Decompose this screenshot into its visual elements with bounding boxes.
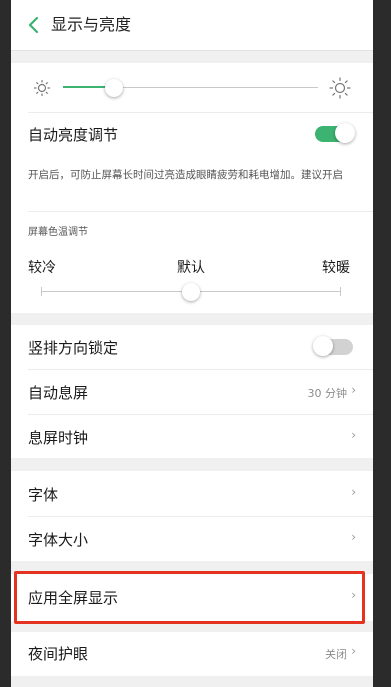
settings-screen: 显示与亮度 自动亮度调节 开启后，可防止屏幕长时间过亮造成眼睛疲劳和耗电增加。建… bbox=[11, 0, 373, 687]
chevron-right-icon: › bbox=[351, 383, 356, 397]
night-mode-label: 夜间护眼 bbox=[28, 645, 89, 663]
screen-timeout-value: 30 分钟 bbox=[307, 387, 348, 400]
color-temp-default-label: 默认 bbox=[177, 260, 205, 276]
font-size-row[interactable]: 字体大小 › bbox=[11, 517, 373, 561]
rotation-lock-toggle[interactable] bbox=[313, 336, 353, 356]
toggle-knob bbox=[313, 336, 333, 356]
night-mode-value: 关闭 bbox=[325, 648, 347, 661]
color-temp-slider[interactable] bbox=[41, 281, 341, 303]
brightness-card: 自动亮度调节 开启后，可防止屏幕长时间过亮造成眼睛疲劳和耗电增加。建议开启 屏幕… bbox=[11, 63, 373, 313]
fullscreen-card: 应用全屏显示 › bbox=[11, 574, 373, 621]
screen-timeout-label: 自动息屏 bbox=[28, 384, 89, 402]
auto-brightness-hint: 开启后，可防止屏幕长时间过亮造成眼睛疲劳和耗电增加。建议开启 bbox=[28, 169, 343, 181]
night-card: 夜间护眼 关闭 › bbox=[11, 632, 373, 676]
track-end-tick bbox=[340, 287, 341, 296]
brightness-low-icon bbox=[33, 79, 51, 97]
font-row[interactable]: 字体 › bbox=[11, 471, 373, 516]
brightness-slider-thumb[interactable] bbox=[105, 79, 123, 97]
header-bar: 显示与亮度 bbox=[11, 0, 373, 51]
screen-options-card: 竖排方向锁定 自动息屏 30 分钟 › 息屏时钟 › bbox=[11, 325, 373, 458]
fullscreen-row[interactable]: 应用全屏显示 › bbox=[11, 574, 373, 621]
chevron-right-icon: › bbox=[351, 485, 356, 499]
color-temp-section-label: 屏幕色温调节 bbox=[28, 227, 88, 238]
auto-brightness-label: 自动亮度调节 bbox=[28, 126, 119, 144]
screen-off-clock-label: 息屏时钟 bbox=[28, 429, 89, 447]
night-mode-row[interactable]: 夜间护眼 关闭 › bbox=[11, 632, 373, 676]
screen-timeout-row[interactable]: 自动息屏 30 分钟 › bbox=[11, 370, 373, 414]
brightness-slider[interactable] bbox=[63, 77, 318, 99]
page-title: 显示与亮度 bbox=[51, 15, 132, 34]
track-end-tick bbox=[41, 287, 42, 296]
chevron-right-icon: › bbox=[351, 530, 356, 544]
chevron-right-icon: › bbox=[351, 428, 356, 442]
chevron-right-icon: › bbox=[351, 644, 356, 658]
auto-brightness-toggle[interactable] bbox=[315, 123, 355, 143]
color-temp-slider-thumb[interactable] bbox=[182, 283, 200, 301]
back-arrow-icon[interactable] bbox=[25, 13, 45, 37]
chevron-right-icon: › bbox=[351, 588, 356, 602]
color-temp-cool-label: 较冷 bbox=[28, 260, 56, 276]
auto-brightness-row[interactable]: 自动亮度调节 bbox=[11, 113, 373, 155]
font-size-label: 字体大小 bbox=[28, 531, 89, 549]
font-card: 字体 › 字体大小 › bbox=[11, 471, 373, 561]
screen-off-clock-row[interactable]: 息屏时钟 › bbox=[11, 415, 373, 458]
brightness-high-icon bbox=[329, 77, 351, 99]
font-label: 字体 bbox=[28, 486, 59, 504]
color-temp-warm-label: 较暖 bbox=[322, 260, 350, 276]
divider bbox=[28, 211, 373, 212]
rotation-lock-row[interactable]: 竖排方向锁定 bbox=[11, 325, 373, 369]
rotation-lock-label: 竖排方向锁定 bbox=[28, 339, 119, 357]
fullscreen-label: 应用全屏显示 bbox=[28, 589, 119, 607]
toggle-knob bbox=[335, 123, 355, 143]
